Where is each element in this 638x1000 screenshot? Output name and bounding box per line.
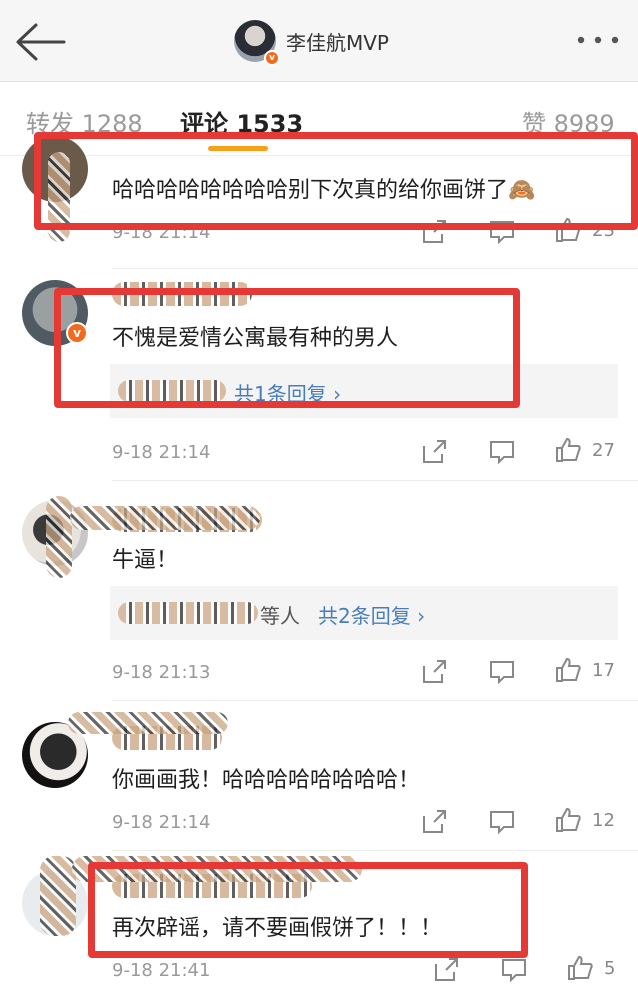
share-icon[interactable] [420,658,448,686]
comment-text: 牛逼！ [112,548,179,573]
comment-time: 9-18 21:14 [112,222,211,243]
like-count: 27 [592,440,615,461]
share-icon[interactable] [432,956,460,984]
username-redacted [112,282,252,306]
reply-user-redacted [118,380,226,402]
divider [112,700,638,701]
comment-text: 哈哈哈哈哈哈哈哈别下次真的给你画饼了🙈 [112,178,536,203]
like-count: 23 [592,220,615,241]
tab-likes[interactable]: 赞 8989 [522,104,615,139]
comment-item: 哈哈哈哈哈哈哈哈别下次真的给你画饼了🙈 9-18 21:14 23 [0,136,638,269]
reply-user-redacted [118,602,258,624]
redaction-mark [70,506,260,530]
like-count: 12 [592,810,615,831]
comment-time: 9-18 21:13 [112,662,211,683]
comment-text: 你画画我！哈哈哈哈哈哈哈哈！ [112,768,421,793]
reply-users-suffix: 等人 [260,604,300,628]
comment-time: 9-18 21:14 [112,442,211,463]
comment-icon[interactable] [488,808,516,836]
reply-count-link[interactable]: 共1条回复 › [234,378,341,407]
header-user[interactable]: v 李佳航MVP [234,18,389,66]
like-icon[interactable] [554,216,582,244]
redaction-mark [46,496,72,578]
comment-icon[interactable] [488,438,516,466]
comment-time: 9-18 21:14 [112,812,211,833]
page-title: 李佳航MVP [286,30,389,55]
more-horizontal-icon[interactable] [576,30,620,50]
reply-preview[interactable]: 等人 共2条回复 › [110,586,618,640]
comment-icon[interactable] [488,658,516,686]
active-tab-indicator [208,146,268,151]
comment-text: 不愧是爱情公寓最有种的男人 [112,326,399,351]
share-icon[interactable] [420,438,448,466]
reply-count-link[interactable]: 共2条回复 › [318,600,425,629]
like-icon[interactable] [554,656,582,684]
like-count: 5 [604,958,616,979]
redaction-mark [72,856,362,882]
comment-icon[interactable] [488,218,516,246]
verified-badge-icon: v [66,322,88,344]
like-icon[interactable] [554,436,582,464]
comment-item: v 不愧是爱情公寓最有种的男人 共1条回复 › 9-18 21:14 27 [0,268,638,481]
divider [112,850,638,851]
redaction-mark [68,712,228,734]
comment-icon[interactable] [500,956,528,984]
like-icon[interactable] [554,806,582,834]
comment-time: 9-18 21:41 [112,960,211,981]
redaction-mark [48,152,70,242]
top-bar: v 李佳航MVP [0,0,638,82]
comment-text: 再次辟谣，请不要画假饼了！！！ [112,916,443,941]
tab-comments[interactable]: 评论 1533 [180,104,303,139]
redaction-mark [40,856,76,936]
share-icon[interactable] [420,808,448,836]
divider [112,480,638,481]
like-icon[interactable] [566,954,594,982]
tab-reposts[interactable]: 转发 1288 [26,104,143,139]
reply-preview[interactable]: 共1条回复 › [110,364,618,418]
verified-badge-icon: v [264,50,280,66]
avatar[interactable]: v [234,20,280,66]
tab-bar: 转发 1288 评论 1533 赞 8989 [0,82,638,156]
like-count: 17 [592,660,615,681]
arrow-left-icon[interactable] [14,22,66,62]
share-icon[interactable] [420,218,448,246]
